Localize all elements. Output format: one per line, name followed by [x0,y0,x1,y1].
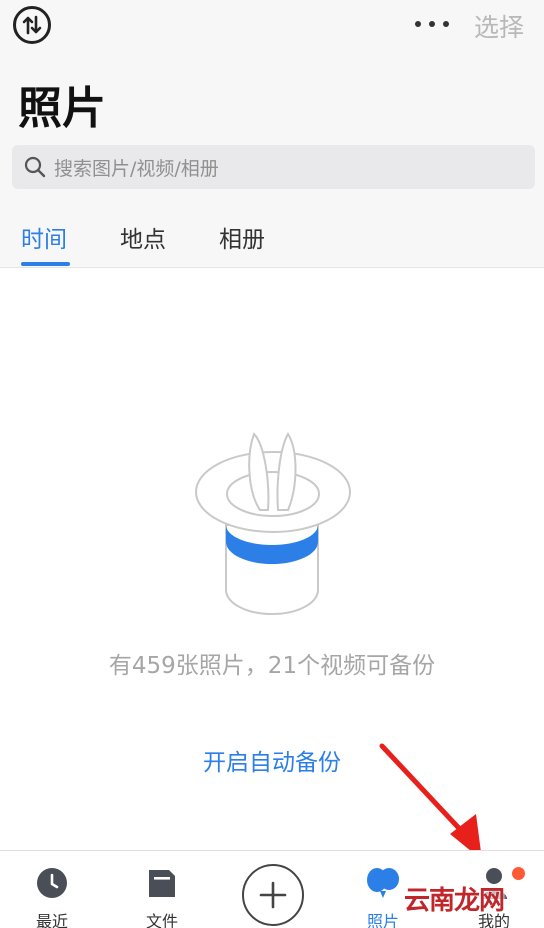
active-tab-indicator [21,262,70,266]
tab-bar: 时间 地点 相册 [0,216,544,268]
transfer-button[interactable] [13,6,51,44]
backup-status-message: 有459张照片，21个视频可备份 [108,653,436,679]
page-title: 照片 [18,83,106,134]
more-options-icon[interactable] [412,10,452,38]
add-button[interactable] [242,864,304,926]
folder-icon [149,870,175,897]
photos-balloon-icon [367,868,399,898]
clock-icon [37,868,67,898]
search-placeholder: 搜索图片/视频/相册 [54,157,219,180]
plus-icon [259,881,287,909]
tab-location[interactable]: 地点 [120,220,166,254]
nav-recent[interactable]: 最近 [12,851,92,928]
search-input[interactable]: 搜索图片/视频/相册 [12,145,535,189]
search-icon [24,156,46,178]
notification-dot [512,867,525,880]
tab-albums[interactable]: 相册 [219,220,265,254]
nav-label-recent: 最近 [35,912,68,928]
header-divider [0,267,544,268]
transfer-icon [22,15,42,35]
annotation-arrow-icon [379,743,482,860]
nav-files[interactable]: 文件 [122,851,202,928]
nav-label-files: 文件 [145,912,178,928]
tab-time[interactable]: 时间 [21,220,67,254]
watermark-text: 云南龙网 [404,886,505,916]
photos-page: 选择 照片 搜索图片/视频/相册 时间 地点 相册 有459张照片，21个视频可… [0,0,544,928]
magic-hat-illustration [195,432,351,615]
header: 选择 照片 搜索图片/视频/相册 时间 地点 相册 [0,0,544,268]
select-button[interactable]: 选择 [474,8,524,44]
